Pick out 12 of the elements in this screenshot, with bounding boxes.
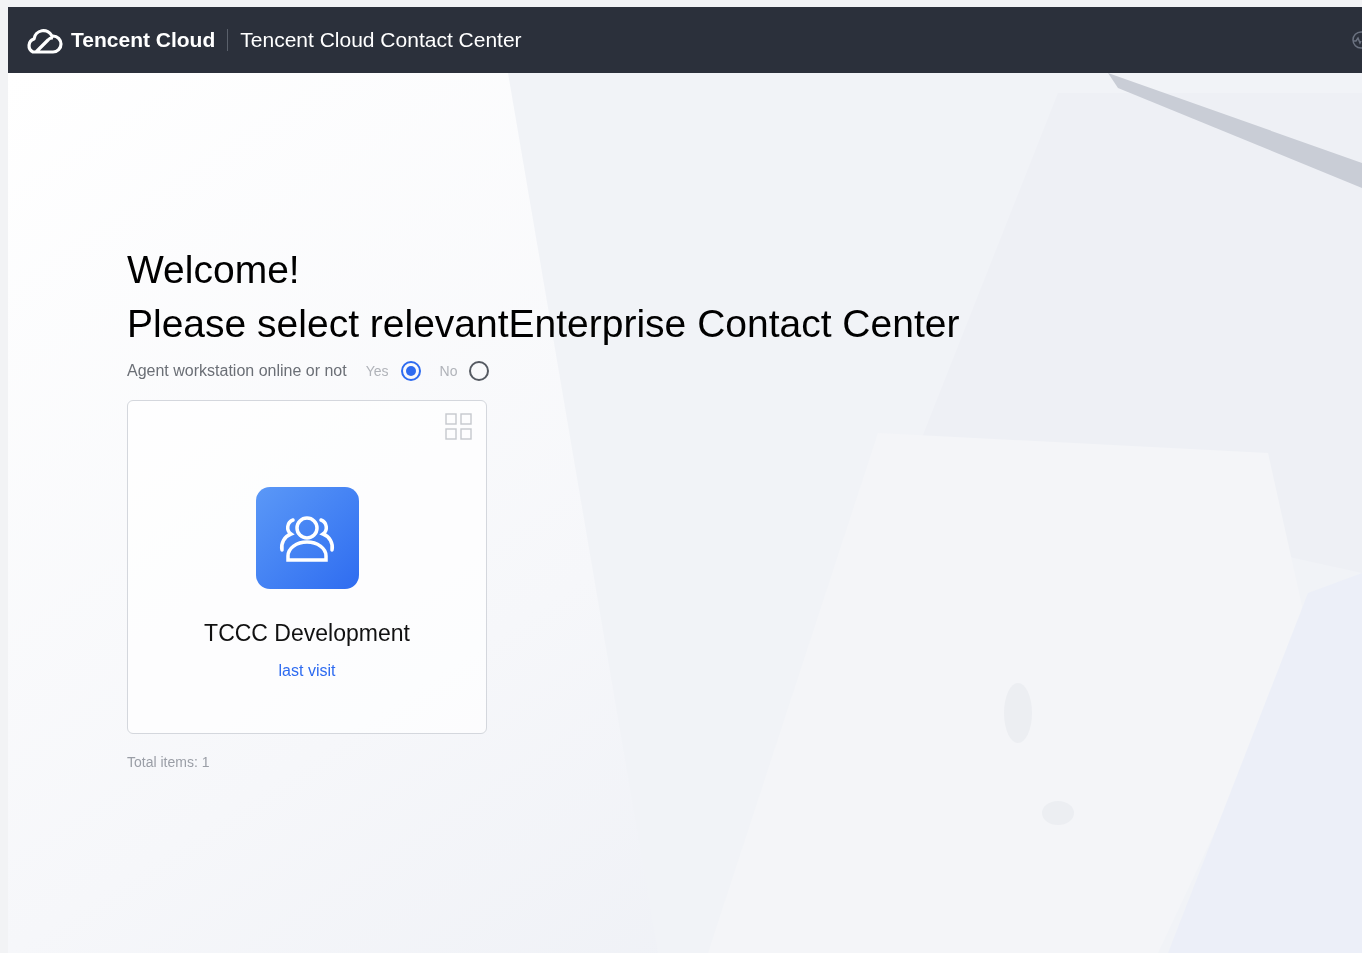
last-visit-link[interactable]: last visit [278, 658, 336, 683]
brand-name: Tencent Cloud [71, 27, 216, 54]
agent-online-label: Agent workstation online or not [127, 361, 347, 381]
welcome-subtitle: Please select relevantEnterprise Contact Center [127, 301, 961, 347]
product-name: Tencent Cloud Contact Center [240, 27, 522, 54]
contact-center-icon [255, 487, 359, 589]
welcome-title: Welcome! [127, 247, 301, 293]
center-name: TCCC Development [204, 619, 410, 648]
contact-center-card[interactable]: TCCC Development last visit [127, 400, 487, 734]
radio-button[interactable] [400, 361, 421, 381]
radio-button[interactable] [469, 361, 490, 381]
total-items-text: Total items: 1 [127, 753, 211, 772]
